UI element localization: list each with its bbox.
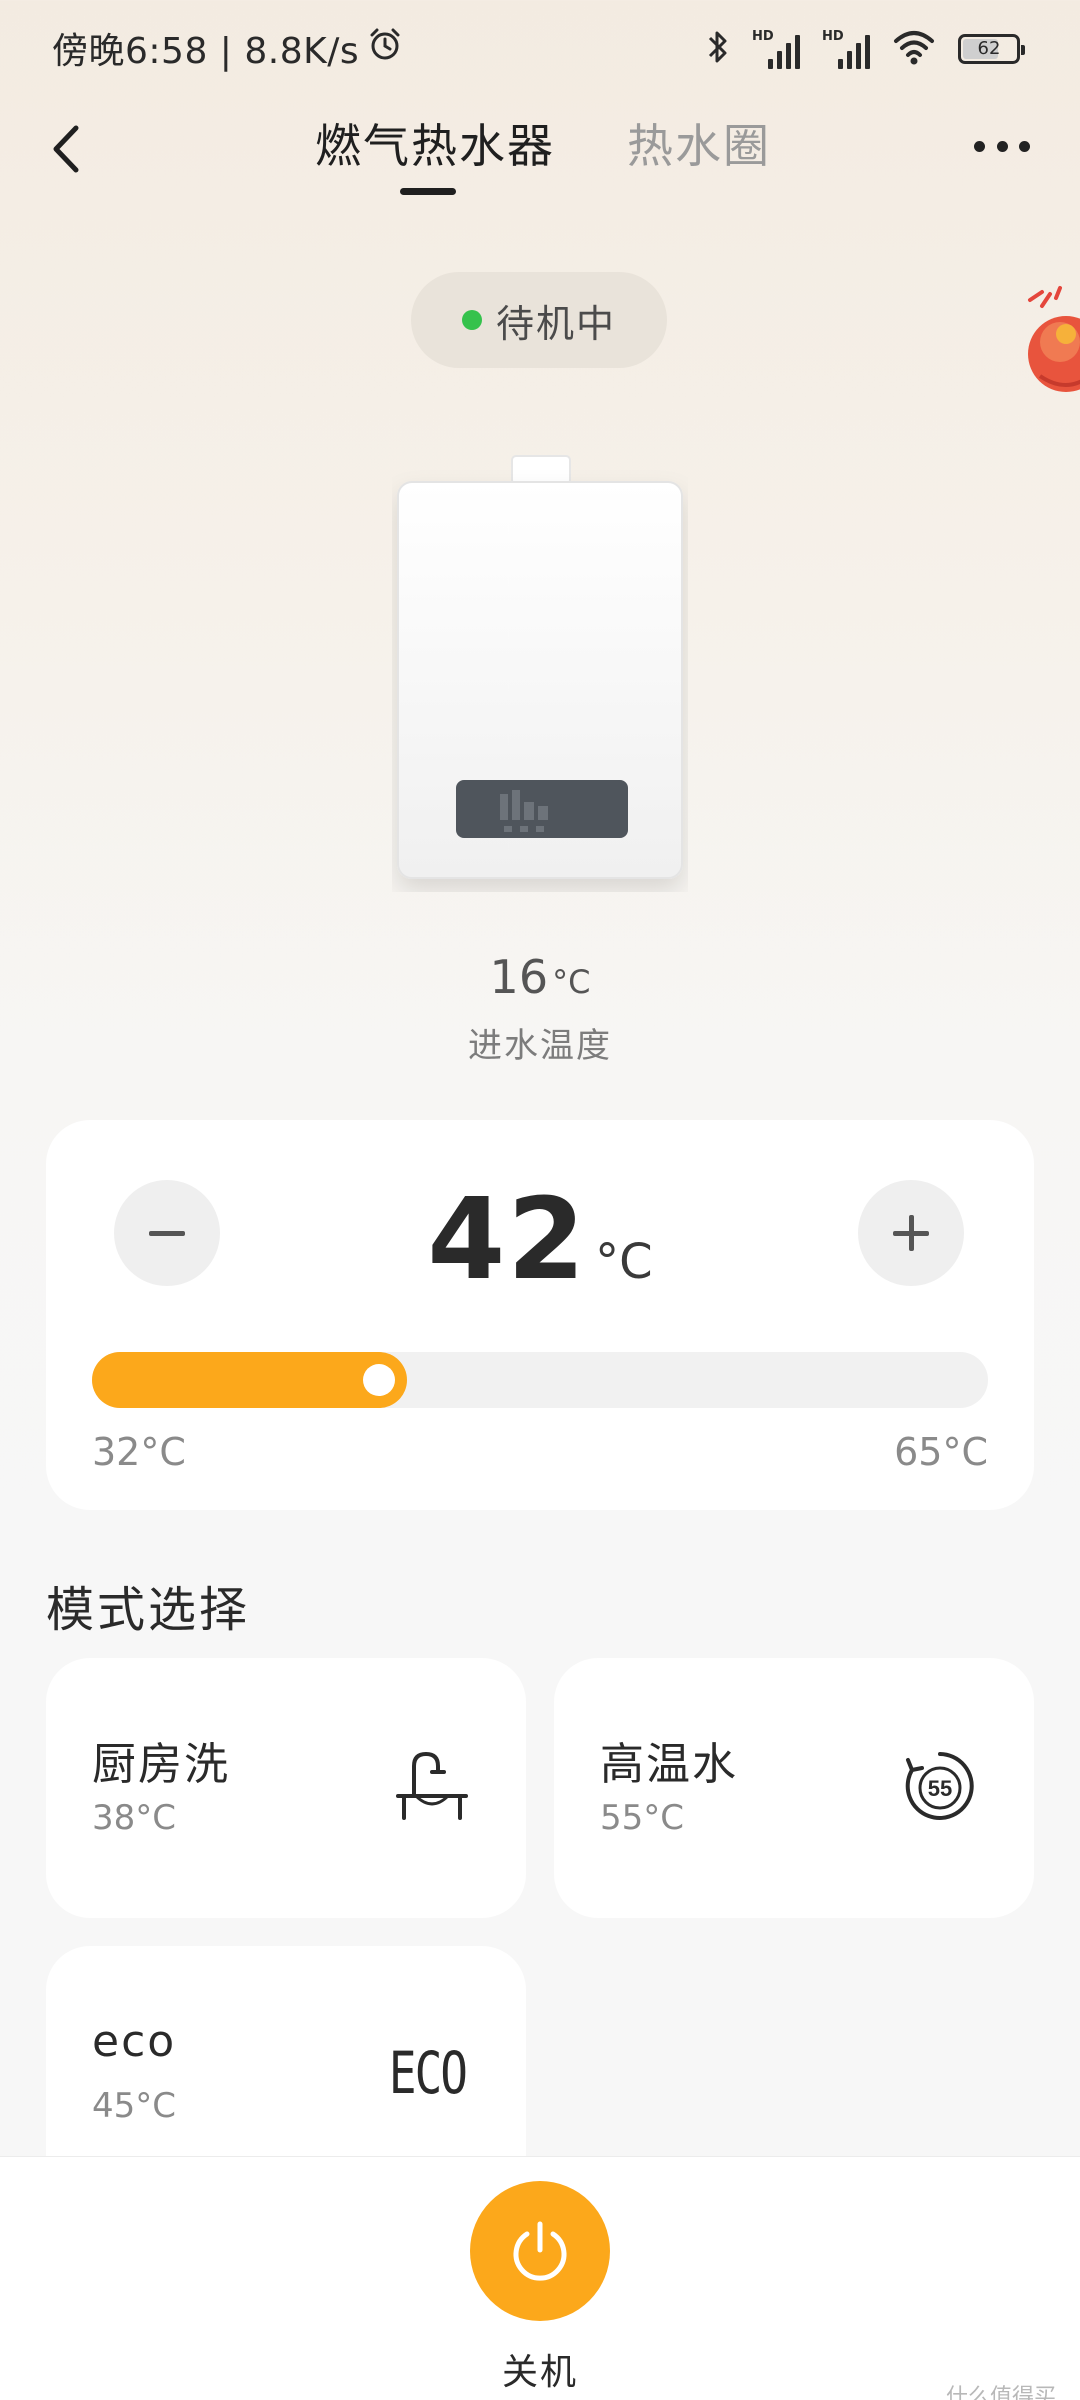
active-tab-indicator (400, 188, 456, 195)
bluetooth-icon (706, 27, 730, 71)
promo-gift-icon[interactable] (1020, 282, 1080, 412)
faucet-icon (394, 1748, 470, 1824)
mode-card-high-temp[interactable]: 高温水 55°C 55 (554, 1658, 1034, 1918)
more-options-button[interactable] (974, 126, 1030, 166)
device-status-text: 待机中 (495, 301, 616, 346)
mode-name: 厨房洗 (92, 1739, 230, 1790)
wifi-icon (892, 27, 936, 71)
temperature-slider-thumb[interactable] (362, 1364, 395, 1396)
mode-temp: 38°C (92, 1798, 177, 1838)
back-button[interactable] (40, 114, 100, 184)
mode-temp: 45°C (92, 2086, 177, 2126)
tab-gas-water-heater[interactable]: 燃气热水器 (315, 116, 555, 176)
temperature-slider[interactable] (92, 1352, 988, 1408)
set-temp-unit: °C (595, 1234, 653, 1290)
temperature-control-card: 42 °C 32°C 65°C (46, 1120, 1034, 1510)
mode-temp: 55°C (600, 1798, 685, 1838)
status-bar-left: 傍晚6:58 | 8.8K/s (52, 22, 403, 74)
header: 燃气热水器 热水圈 (0, 96, 1080, 206)
inlet-temp-value: 16 (489, 950, 549, 1004)
inlet-temp-label: 进水温度 (468, 1026, 612, 1066)
back-arrow-icon (53, 125, 79, 173)
increase-temp-button[interactable] (858, 1180, 964, 1286)
svg-text:55: 55 (928, 1776, 952, 1801)
temperature-slider-fill (92, 1352, 407, 1408)
status-bar: 傍晚6:58 | 8.8K/s HD HD 62 (0, 0, 1080, 96)
set-temp-value: 42 (427, 1175, 588, 1305)
watermark: 什么值得买 (945, 2385, 1056, 2400)
alarm-icon (367, 26, 403, 71)
power-icon (513, 2221, 567, 2281)
bottom-action-bar: 关机 什么值得买 (0, 2156, 1080, 2400)
tab-hot-water-circle[interactable]: 热水圈 (627, 116, 771, 176)
power-button-label: 关机 (501, 2352, 578, 2393)
mode-name: eco (92, 2016, 177, 2067)
slider-max-label: 65°C (894, 1430, 988, 1474)
status-bar-right: HD HD 62 (706, 24, 1025, 74)
more-dot (1019, 140, 1030, 152)
device-status-pill: 待机中 (411, 272, 667, 368)
high-temp-55-icon: 55 (902, 1748, 978, 1824)
inlet-temperature: 16 °C (0, 950, 1080, 1004)
battery-indicator: 62 (958, 34, 1025, 64)
signal-2-icon: HD (822, 29, 870, 69)
water-heater-image (392, 452, 688, 892)
mode-card-kitchen[interactable]: 厨房洗 38°C (46, 1658, 526, 1918)
power-button[interactable] (470, 2181, 610, 2321)
status-time-speed: 傍晚6:58 | 8.8K/s (52, 31, 360, 72)
slider-min-label: 32°C (92, 1430, 186, 1474)
status-dot (461, 310, 482, 330)
more-dot (996, 140, 1008, 152)
signal-1-icon: HD (752, 29, 800, 69)
inlet-temp-unit: °C (552, 963, 591, 1001)
eco-icon: ECO (388, 2039, 468, 2107)
more-dot (974, 140, 985, 152)
mode-name: 高温水 (600, 1739, 738, 1790)
mode-section-title: 模式选择 (46, 1582, 251, 1638)
